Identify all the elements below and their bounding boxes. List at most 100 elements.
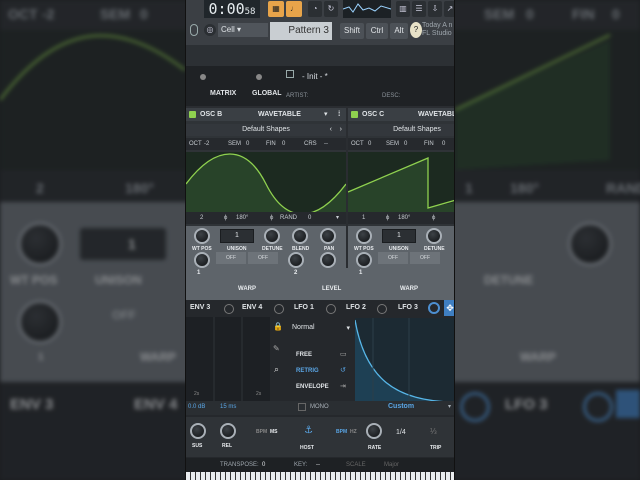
osc-c-unison-stepper[interactable]: 1 bbox=[382, 229, 416, 243]
triplet-icon[interactable]: ⅓ bbox=[430, 427, 437, 436]
osc-b-type-chevron-icon[interactable]: ▾ bbox=[324, 108, 328, 121]
preset-name[interactable]: - Init - * bbox=[302, 72, 328, 81]
tab-env3[interactable]: ENV 3 bbox=[190, 300, 210, 316]
tab-env4[interactable]: ENV 4 bbox=[242, 300, 262, 316]
osc-c-sem-value[interactable]: 0 bbox=[404, 138, 407, 150]
osc-b-blend-knob[interactable] bbox=[292, 228, 308, 244]
osc-c-phase-value[interactable]: 1 bbox=[362, 212, 365, 224]
tab-matrix[interactable]: MATRIX bbox=[210, 90, 236, 97]
download-icon[interactable]: ⇩ bbox=[428, 1, 442, 17]
osc-b-warp2-knob[interactable] bbox=[288, 252, 304, 268]
metronome-icon[interactable]: ♩ bbox=[286, 1, 302, 17]
news-icon[interactable]: ↗ bbox=[444, 1, 454, 17]
osc-b-type[interactable]: WAVETABLE bbox=[258, 108, 301, 121]
osc-b-phase-value[interactable]: 2 bbox=[200, 212, 203, 224]
osc-b-enable-toggle[interactable] bbox=[189, 111, 196, 118]
lfo-shape-graph[interactable] bbox=[354, 318, 454, 403]
host-sync-icon[interactable]: ⚓ bbox=[304, 425, 313, 436]
help-icon[interactable]: ? bbox=[410, 22, 422, 38]
pattern-selector[interactable]: Pattern 3 bbox=[270, 22, 332, 40]
snap-select[interactable]: Cell ▾ bbox=[218, 23, 268, 37]
osc-b-route-chevron-icon[interactable]: ▾ bbox=[336, 212, 339, 224]
alt-button[interactable]: Alt bbox=[390, 23, 408, 39]
transpose-value[interactable]: 0 bbox=[262, 458, 265, 472]
osc-c-oct-value[interactable]: 0 bbox=[368, 138, 371, 150]
lfo-mode-chevron-icon[interactable]: ▾ bbox=[346, 324, 350, 332]
lock-icon[interactable]: 🔒 bbox=[273, 322, 283, 331]
osc-c-detune-knob[interactable] bbox=[426, 228, 442, 244]
tab-lfo1[interactable]: LFO 1 bbox=[294, 300, 314, 316]
osc-c-phase-deg[interactable]: 180° bbox=[398, 212, 410, 224]
osc-b-shape-prev-icon[interactable]: ‹ bbox=[330, 124, 332, 136]
scale-value[interactable]: Major bbox=[384, 458, 399, 472]
lfo-preset-chevron-icon[interactable]: ▾ bbox=[448, 403, 451, 410]
tab-lfo3[interactable]: LFO 3 bbox=[398, 300, 418, 316]
cpu-icon[interactable]: ▥ bbox=[396, 1, 410, 17]
mono-checkbox[interactable] bbox=[298, 403, 306, 411]
osc-b-shape-select[interactable]: Default Shapes ‹ › bbox=[186, 124, 346, 136]
lfo3-route-icon[interactable] bbox=[428, 302, 440, 314]
env-bpm-toggle[interactable]: BPM bbox=[256, 429, 267, 435]
magnify-icon[interactable]: ⌕ bbox=[274, 364, 279, 375]
osc-c-type[interactable]: WAVETABLE bbox=[418, 108, 454, 121]
rate-knob[interactable] bbox=[366, 423, 382, 439]
news-ticker[interactable]: Today A n FL Studio bbox=[422, 22, 452, 38]
move-icon[interactable]: ✥ bbox=[444, 300, 454, 316]
env-ms-toggle[interactable]: MS bbox=[270, 429, 278, 435]
lfo-trigger-free[interactable]: FREE bbox=[296, 352, 312, 358]
osc-b-wt-pos-knob[interactable] bbox=[194, 228, 210, 244]
song-position-clock[interactable]: 0:0058 bbox=[204, 0, 260, 18]
rate-value[interactable]: 1/4 bbox=[396, 429, 406, 436]
osc-b-warp-mode-2[interactable]: OFF bbox=[248, 252, 278, 264]
save-icon[interactable] bbox=[286, 70, 294, 78]
osc-c-warp-knob[interactable] bbox=[356, 252, 372, 268]
lfo-bpm-toggle[interactable]: BPM bbox=[336, 429, 347, 435]
osc-c-fin-value[interactable]: 0 bbox=[442, 138, 445, 150]
osc-b-oct-value[interactable]: -2 bbox=[204, 138, 209, 150]
osc-c-wt-pos-knob[interactable] bbox=[356, 228, 372, 244]
osc-b-menu-icon[interactable]: ⁞ bbox=[338, 108, 340, 121]
osc-b-shape-next-icon[interactable]: › bbox=[340, 124, 342, 136]
snap-icon[interactable]: ◎ bbox=[204, 24, 216, 36]
osc-b-pan-knob[interactable] bbox=[320, 228, 336, 244]
lfo1-route-icon[interactable] bbox=[326, 304, 336, 314]
osc-b-wavetable-display[interactable] bbox=[186, 152, 347, 216]
shift-button[interactable]: Shift bbox=[340, 23, 364, 39]
lfo-trigger-envelope[interactable]: ENVELOPE bbox=[296, 384, 329, 390]
tab-global[interactable]: GLOBAL bbox=[252, 90, 282, 97]
loop-record-icon[interactable]: ↻ bbox=[324, 1, 338, 17]
osc-c-enable-toggle[interactable] bbox=[351, 111, 358, 118]
mixer-icon[interactable]: ☰ bbox=[412, 1, 426, 17]
osc-b-level-knob[interactable] bbox=[320, 252, 336, 268]
osc-c-warp-mode-2[interactable]: OFF bbox=[410, 252, 440, 264]
osc-b-unison-stepper[interactable]: 1 bbox=[220, 229, 254, 243]
pencil-icon[interactable]: ✎ bbox=[273, 344, 280, 353]
lfo-hz-toggle[interactable]: HZ bbox=[350, 429, 357, 435]
lfo-preset-select[interactable]: Custom bbox=[388, 403, 414, 410]
osc-b-crs-value[interactable]: -- bbox=[324, 138, 328, 150]
osc-c-wavetable-display[interactable] bbox=[347, 152, 454, 216]
sus-knob[interactable] bbox=[190, 423, 206, 439]
rel-knob[interactable] bbox=[220, 423, 236, 439]
tab-lfo2[interactable]: LFO 2 bbox=[346, 300, 366, 316]
wait-icon[interactable]: ◔ bbox=[308, 1, 322, 17]
osc-b-phase-deg[interactable]: 180° bbox=[236, 212, 248, 224]
microphone-icon[interactable] bbox=[190, 24, 198, 36]
osc-b-fin-value[interactable]: 0 bbox=[282, 138, 285, 150]
piano-keyboard[interactable] bbox=[186, 472, 454, 480]
env3-route-icon[interactable] bbox=[224, 304, 234, 314]
lfo2-route-icon[interactable] bbox=[377, 304, 387, 314]
osc-b-rand-value[interactable]: 0 bbox=[308, 212, 311, 224]
osc-b-detune-knob[interactable] bbox=[264, 228, 280, 244]
osc-b-warp-knob[interactable] bbox=[194, 252, 210, 268]
key-value[interactable]: -- bbox=[316, 458, 320, 472]
osc-c-warp-mode-1[interactable]: OFF bbox=[378, 252, 408, 264]
env4-route-icon[interactable] bbox=[274, 304, 284, 314]
osc-b-sem-value[interactable]: 0 bbox=[246, 138, 249, 150]
osc-c-shape-select[interactable]: Default Shapes bbox=[348, 124, 454, 136]
lfo-mode-select[interactable]: Normal ▾ bbox=[292, 324, 352, 336]
lfo-trigger-retrig[interactable]: RETRIG bbox=[296, 368, 319, 374]
osc-b-warp-mode-1[interactable]: OFF bbox=[216, 252, 246, 264]
ctrl-button[interactable]: Ctrl bbox=[366, 23, 388, 39]
pattern-mode-icon[interactable]: ▦ bbox=[268, 1, 284, 17]
